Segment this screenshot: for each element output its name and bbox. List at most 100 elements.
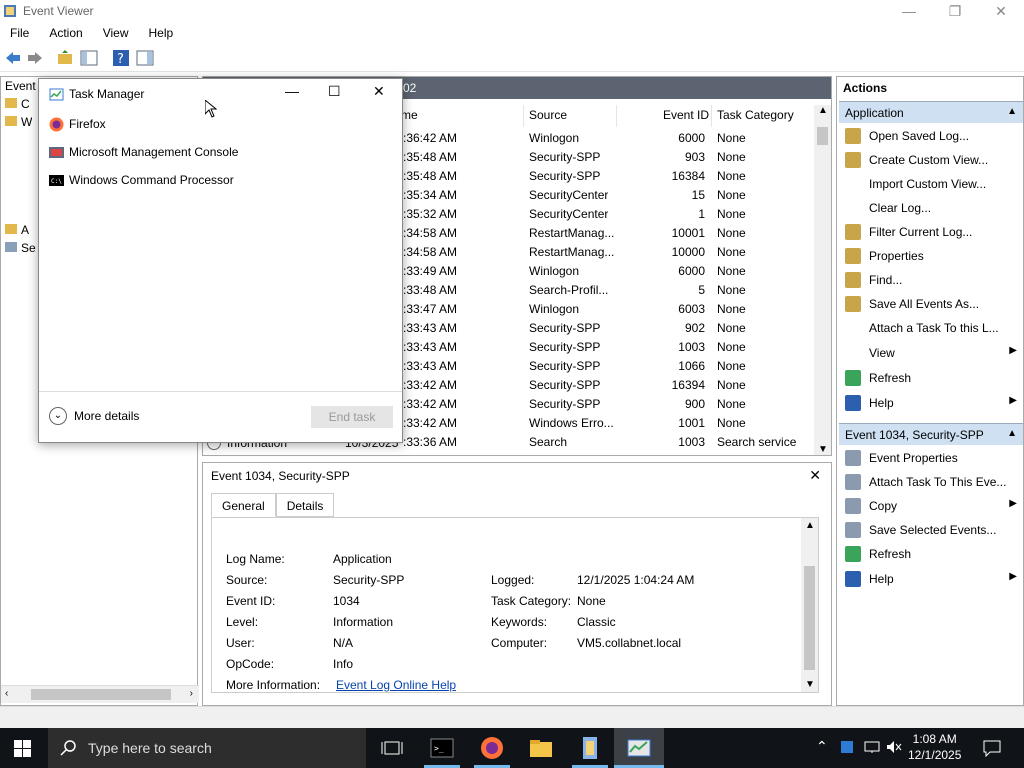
task-item-mmc[interactable]: Microsoft Management Console: [49, 141, 389, 165]
event-log-help-link[interactable]: Event Log Online Help: [336, 678, 456, 692]
properties-icon: [845, 450, 861, 466]
cell-source: RestartManag...: [529, 226, 615, 240]
task-item-cmd[interactable]: C:\ Windows Command Processor: [49, 169, 389, 193]
scroll-thumb[interactable]: [31, 689, 171, 700]
network-icon[interactable]: [864, 740, 880, 754]
scroll-down-icon[interactable]: ▼: [818, 444, 828, 455]
status-bar: [0, 706, 1024, 728]
volume-muted-icon[interactable]: [886, 740, 902, 754]
event-viewer-taskbar-icon[interactable]: [576, 734, 604, 762]
col-event-id[interactable]: Event ID: [663, 108, 709, 122]
scroll-right-icon[interactable]: ›: [190, 688, 193, 699]
menu-view[interactable]: View: [93, 22, 139, 44]
scroll-up-icon[interactable]: ▲: [818, 105, 828, 116]
opcode-label: OpCode:: [226, 657, 275, 671]
event-action-help[interactable]: Help ▶: [839, 568, 1023, 590]
col-date-time[interactable]: me: [401, 108, 418, 122]
actions-section-event[interactable]: Event 1034, Security-SPP ▲: [839, 423, 1023, 445]
notifications-icon[interactable]: [982, 739, 1002, 757]
event-action-copy[interactable]: Copy ▶: [839, 495, 1023, 517]
actions-pane: Actions Application ▲ Open Saved Log... C…: [836, 76, 1024, 706]
folder-up-icon[interactable]: [56, 49, 74, 67]
action-view[interactable]: View ▶: [839, 342, 1023, 364]
file-explorer-icon[interactable]: [527, 734, 555, 762]
clock[interactable]: 1:08 AM 12/1/2025: [908, 732, 961, 762]
cell-source: Winlogon: [529, 264, 580, 278]
events-vertical-scrollbar[interactable]: ▲ ▼: [814, 105, 831, 455]
detail-close-icon[interactable]: ✕: [809, 467, 821, 484]
cell-date-time: :33:49 AM: [403, 264, 458, 278]
show-hide-tree-icon[interactable]: [80, 49, 98, 67]
tree-item-root[interactable]: Event: [5, 79, 36, 97]
more-details-button[interactable]: More details: [74, 409, 139, 423]
scroll-up-icon[interactable]: ▲: [805, 520, 815, 531]
scroll-thumb[interactable]: [817, 127, 828, 145]
action-refresh[interactable]: Refresh: [839, 367, 1023, 389]
action-open-saved-log[interactable]: Open Saved Log...: [839, 125, 1023, 147]
menu-help[interactable]: Help: [139, 22, 184, 44]
cell-source: Winlogon: [529, 302, 580, 316]
chevron-down-icon[interactable]: ⌄: [49, 407, 67, 425]
scroll-thumb[interactable]: [804, 566, 815, 670]
task-view-icon[interactable]: [378, 734, 406, 762]
action-filter-current-log[interactable]: Filter Current Log...: [839, 221, 1023, 243]
minimize-button[interactable]: —: [285, 83, 299, 99]
close-button[interactable]: ✕: [978, 0, 1024, 22]
end-task-button[interactable]: End task: [311, 406, 393, 428]
forward-arrow-icon[interactable]: [26, 49, 44, 67]
event-action-attach-task-to-this-eve[interactable]: Attach Task To This Eve...: [839, 471, 1023, 493]
tray-app-icon[interactable]: [840, 740, 854, 754]
menu-file[interactable]: File: [0, 22, 39, 44]
minimize-button[interactable]: —: [886, 0, 932, 22]
action-properties[interactable]: Properties: [839, 245, 1023, 267]
taskbar-search-box[interactable]: Type here to search: [48, 728, 366, 768]
tree-item-custom-views[interactable]: C: [5, 97, 30, 115]
chevron-up-icon[interactable]: ⌃: [816, 738, 828, 755]
cell-event-id: 902: [684, 321, 705, 335]
tree-item-subscriptions[interactable]: Se: [5, 241, 36, 259]
actions-section-application[interactable]: Application ▲: [839, 101, 1023, 123]
tree-item-applications[interactable]: A: [5, 223, 29, 241]
action-pane-icon[interactable]: [136, 49, 154, 67]
collapse-icon[interactable]: ▲: [1007, 428, 1017, 439]
tab-details[interactable]: Details: [275, 493, 335, 517]
column-divider: [711, 105, 712, 127]
cell-source: Winlogon: [529, 131, 580, 145]
detail-vertical-scrollbar[interactable]: ▲ ▼: [801, 518, 818, 692]
cell-task-category: None: [717, 283, 746, 297]
scroll-down-icon[interactable]: ▼: [805, 679, 815, 690]
action-create-custom-view[interactable]: Create Custom View...: [839, 149, 1023, 171]
event-action-event-properties[interactable]: Event Properties: [839, 447, 1023, 469]
task-manager-footer: ⌄ More details End task: [39, 391, 402, 443]
firefox-taskbar-icon[interactable]: [478, 734, 506, 762]
collapse-icon[interactable]: ▲: [1007, 106, 1017, 117]
close-button[interactable]: ✕: [373, 83, 385, 100]
action-help[interactable]: Help ▶: [839, 392, 1023, 414]
scroll-left-icon[interactable]: ‹: [5, 688, 8, 699]
cell-task-category: None: [717, 321, 746, 335]
tree-horizontal-scrollbar[interactable]: ‹ ›: [1, 685, 199, 703]
back-arrow-icon[interactable]: [4, 49, 22, 67]
tree-item-windows-logs[interactable]: W: [5, 115, 32, 133]
action-attach-a-task-to-this-l[interactable]: Attach a Task To this L...: [839, 317, 1023, 339]
action-clear-log[interactable]: Clear Log...: [839, 197, 1023, 219]
restore-button[interactable]: ❐: [932, 0, 978, 22]
action-save-all-events-as[interactable]: Save All Events As...: [839, 293, 1023, 315]
action-import-custom-view[interactable]: Import Custom View...: [839, 173, 1023, 195]
maximize-button[interactable]: ☐: [328, 83, 341, 100]
col-task-category[interactable]: Task Category: [717, 108, 794, 122]
mouse-cursor-icon: [205, 100, 217, 118]
cmd-taskbar-icon[interactable]: >_: [428, 734, 456, 762]
col-source[interactable]: Source: [529, 108, 567, 122]
windows-start-icon[interactable]: [14, 740, 31, 757]
task-item-firefox[interactable]: Firefox: [49, 113, 389, 137]
event-action-save-selected-events[interactable]: Save Selected Events...: [839, 519, 1023, 541]
help-icon[interactable]: ?: [112, 49, 130, 67]
cell-source: Windows Erro...: [529, 416, 614, 430]
toolbar: ?: [0, 44, 1024, 72]
menu-action[interactable]: Action: [39, 22, 92, 44]
event-action-refresh[interactable]: Refresh: [839, 543, 1023, 565]
tab-general[interactable]: General: [211, 493, 276, 517]
action-find[interactable]: Find...: [839, 269, 1023, 291]
task-manager-taskbar-icon[interactable]: [625, 734, 653, 762]
